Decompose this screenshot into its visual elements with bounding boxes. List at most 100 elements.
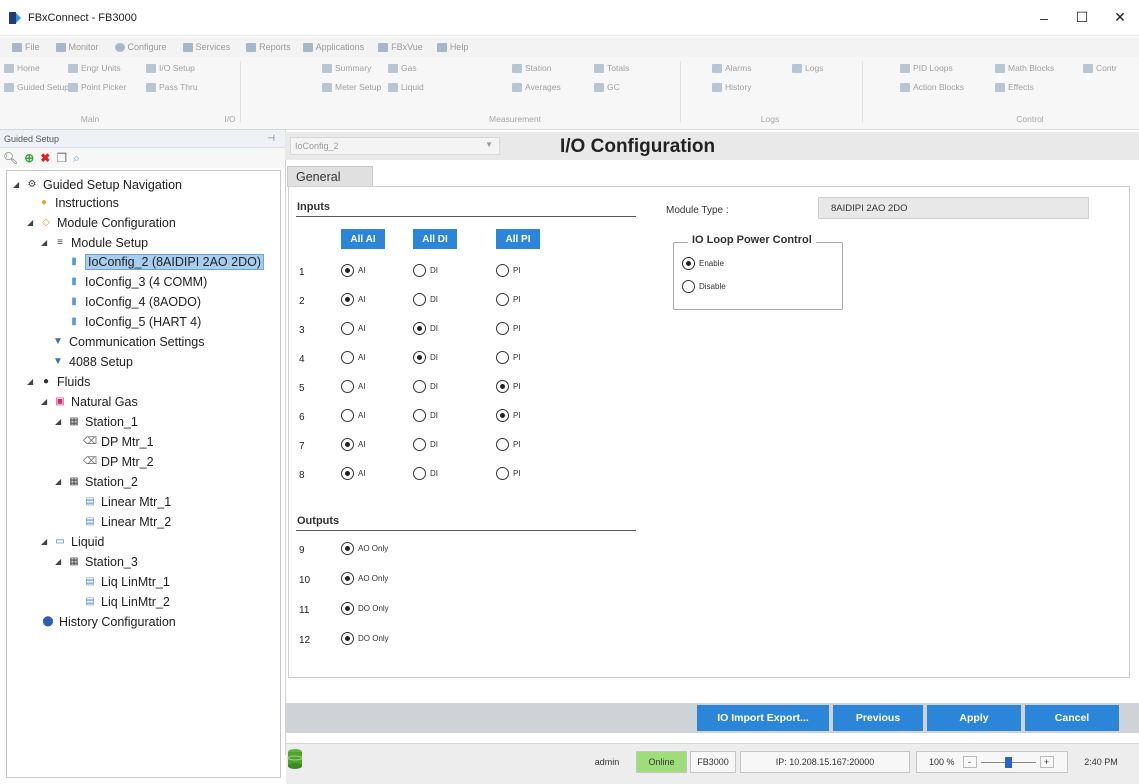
tree-node-history-configuration[interactable]: ⬤ History Configuration xyxy=(41,612,175,631)
cancel-button[interactable]: Cancel xyxy=(1025,705,1119,731)
radio-circle[interactable] xyxy=(496,380,509,393)
radio-circle[interactable] xyxy=(413,380,426,393)
radio-circle[interactable] xyxy=(341,542,354,555)
all-ai-button[interactable]: All AI xyxy=(341,229,385,249)
tree-node-liq-linmtr-1[interactable]: ▤ Liq LinMtr_1 xyxy=(83,572,170,591)
collapse-arrow-icon[interactable]: ◢ xyxy=(27,218,36,227)
collapse-arrow-icon[interactable]: ◢ xyxy=(55,417,64,426)
tree-node-4088-setup[interactable]: ▼ 4088 Setup xyxy=(51,352,133,371)
config-select-dropdown[interactable]: IoConfig_2 ▼ xyxy=(290,137,500,155)
input-2-di-radio[interactable]: DI xyxy=(413,293,438,306)
zoom-in-button[interactable]: + xyxy=(1039,756,1054,768)
radio-circle[interactable] xyxy=(341,264,354,277)
radio-circle[interactable] xyxy=(496,293,509,306)
enable-radio[interactable]: Enable xyxy=(682,257,724,270)
tree-node-fluids[interactable]: ◢ ● Fluids xyxy=(27,372,90,391)
ribbon-home[interactable]: Home xyxy=(4,63,40,73)
input-1-pi-radio[interactable]: PI xyxy=(496,264,521,277)
ribbon-summary[interactable]: Summary xyxy=(322,63,371,73)
input-5-ai-radio[interactable]: AI xyxy=(341,380,366,393)
copy-icon[interactable]: ❐ xyxy=(56,151,67,165)
zoom-slider[interactable] xyxy=(980,756,1036,768)
tree-node-guided-setup-navigation[interactable]: ◢ ⚙ Guided Setup Navigation xyxy=(13,175,182,194)
input-1-di-radio[interactable]: DI xyxy=(413,264,438,277)
ribbon-gc[interactable]: GC xyxy=(594,82,620,92)
radio-circle[interactable] xyxy=(496,467,509,480)
output-9-radio[interactable]: AO Only xyxy=(341,542,388,555)
disable-radio[interactable]: Disable xyxy=(682,280,726,293)
input-7-pi-radio[interactable]: PI xyxy=(496,438,521,451)
tree-node-ioconfig-5[interactable]: ▮ IoConfig_5 (HART 4) xyxy=(67,312,201,331)
collapse-arrow-icon[interactable]: ◢ xyxy=(41,537,50,546)
input-5-pi-radio[interactable]: PI xyxy=(496,380,521,393)
zoom-slider-thumb[interactable] xyxy=(1004,757,1012,768)
ribbon-meter-setup[interactable]: Meter Setup xyxy=(322,82,381,92)
minimize-button[interactable]: – xyxy=(1025,0,1063,36)
radio-circle[interactable] xyxy=(341,467,354,480)
input-3-pi-radio[interactable]: PI xyxy=(496,322,521,335)
collapse-arrow-icon[interactable]: ◢ xyxy=(27,377,36,386)
tree-node-station-1[interactable]: ◢ ▦ Station_1 xyxy=(55,412,138,431)
ribbon-totals[interactable]: Totals xyxy=(594,63,629,73)
ribbon-io-setup[interactable]: I/O Setup xyxy=(146,63,195,73)
ribbon-gas[interactable]: Gas xyxy=(388,63,417,73)
radio-circle[interactable] xyxy=(682,280,695,293)
input-4-di-radio[interactable]: DI xyxy=(413,351,438,364)
radio-circle[interactable] xyxy=(496,438,509,451)
menu-file[interactable]: File xyxy=(12,42,40,52)
tree-node-natural-gas[interactable]: ◢ ▣ Natural Gas xyxy=(41,392,138,411)
radio-circle[interactable] xyxy=(341,632,354,645)
radio-circle[interactable] xyxy=(496,409,509,422)
ribbon-effects[interactable]: Effects xyxy=(995,82,1034,92)
radio-circle[interactable] xyxy=(496,351,509,364)
radio-circle[interactable] xyxy=(413,322,426,335)
radio-circle[interactable] xyxy=(341,322,354,335)
tree-node-dp-mtr-1[interactable]: ⌫ DP Mtr_1 xyxy=(83,432,154,451)
ribbon-logs[interactable]: Logs xyxy=(792,63,823,73)
tree-node-module-configuration[interactable]: ◢ ◇ Module Configuration xyxy=(27,213,176,232)
radio-circle[interactable] xyxy=(341,380,354,393)
input-7-ai-radio[interactable]: AI xyxy=(341,438,366,451)
ribbon-station[interactable]: Station xyxy=(512,63,551,73)
tree-node-instructions[interactable]: ● Instructions xyxy=(37,193,119,212)
input-5-di-radio[interactable]: DI xyxy=(413,380,438,393)
tree-node-dp-mtr-2[interactable]: ⌫ DP Mtr_2 xyxy=(83,452,154,471)
radio-circle[interactable] xyxy=(413,293,426,306)
all-pi-button[interactable]: All PI xyxy=(496,229,540,249)
input-8-di-radio[interactable]: DI xyxy=(413,467,438,480)
ribbon-pass-thru[interactable]: Pass Thru xyxy=(146,82,198,92)
menu-configure[interactable]: Configure xyxy=(114,42,167,52)
radio-circle[interactable] xyxy=(341,602,354,615)
radio-circle[interactable] xyxy=(413,351,426,364)
close-button[interactable]: ✕ xyxy=(1101,0,1139,36)
menu-applications[interactable]: Applications xyxy=(302,42,364,52)
tree-node-liquid[interactable]: ◢ ▭ Liquid xyxy=(41,532,104,551)
ribbon-pid-loops[interactable]: PID Loops xyxy=(900,63,953,73)
tree-node-module-setup[interactable]: ◢ ≡ Module Setup xyxy=(41,233,148,252)
output-10-radio[interactable]: AO Only xyxy=(341,572,388,585)
ribbon-contr[interactable]: Contr xyxy=(1083,63,1117,73)
ribbon-liquid[interactable]: Liquid xyxy=(388,82,424,92)
maximize-button[interactable]: ☐ xyxy=(1063,0,1101,36)
all-di-button[interactable]: All DI xyxy=(413,229,457,249)
input-2-ai-radio[interactable]: AI xyxy=(341,293,366,306)
input-6-di-radio[interactable]: DI xyxy=(413,409,438,422)
input-1-ai-radio[interactable]: AI xyxy=(341,264,366,277)
apply-button[interactable]: Apply xyxy=(927,705,1021,731)
tree-node-ioconfig-4[interactable]: ▮ IoConfig_4 (8AODO) xyxy=(67,292,201,311)
ribbon-alarms[interactable]: Alarms xyxy=(712,63,751,73)
menu-reports[interactable]: Reports xyxy=(246,42,291,52)
tree-node-liq-linmtr-2[interactable]: ▤ Liq LinMtr_2 xyxy=(83,592,170,611)
radio-circle[interactable] xyxy=(413,409,426,422)
collapse-arrow-icon[interactable]: ◢ xyxy=(13,180,22,189)
output-12-radio[interactable]: DO Only xyxy=(341,632,389,645)
radio-circle[interactable] xyxy=(682,257,695,270)
radio-circle[interactable] xyxy=(496,264,509,277)
collapse-arrow-icon[interactable]: ◢ xyxy=(55,557,64,566)
menu-monitor[interactable]: Monitor xyxy=(55,42,99,52)
input-6-pi-radio[interactable]: PI xyxy=(496,409,521,422)
menu-fbxvue[interactable]: FBxVue xyxy=(378,42,423,52)
ribbon-engr-units[interactable]: Engr Units xyxy=(68,63,121,73)
delete-icon[interactable]: ✖ xyxy=(40,151,50,165)
input-8-ai-radio[interactable]: AI xyxy=(341,467,366,480)
